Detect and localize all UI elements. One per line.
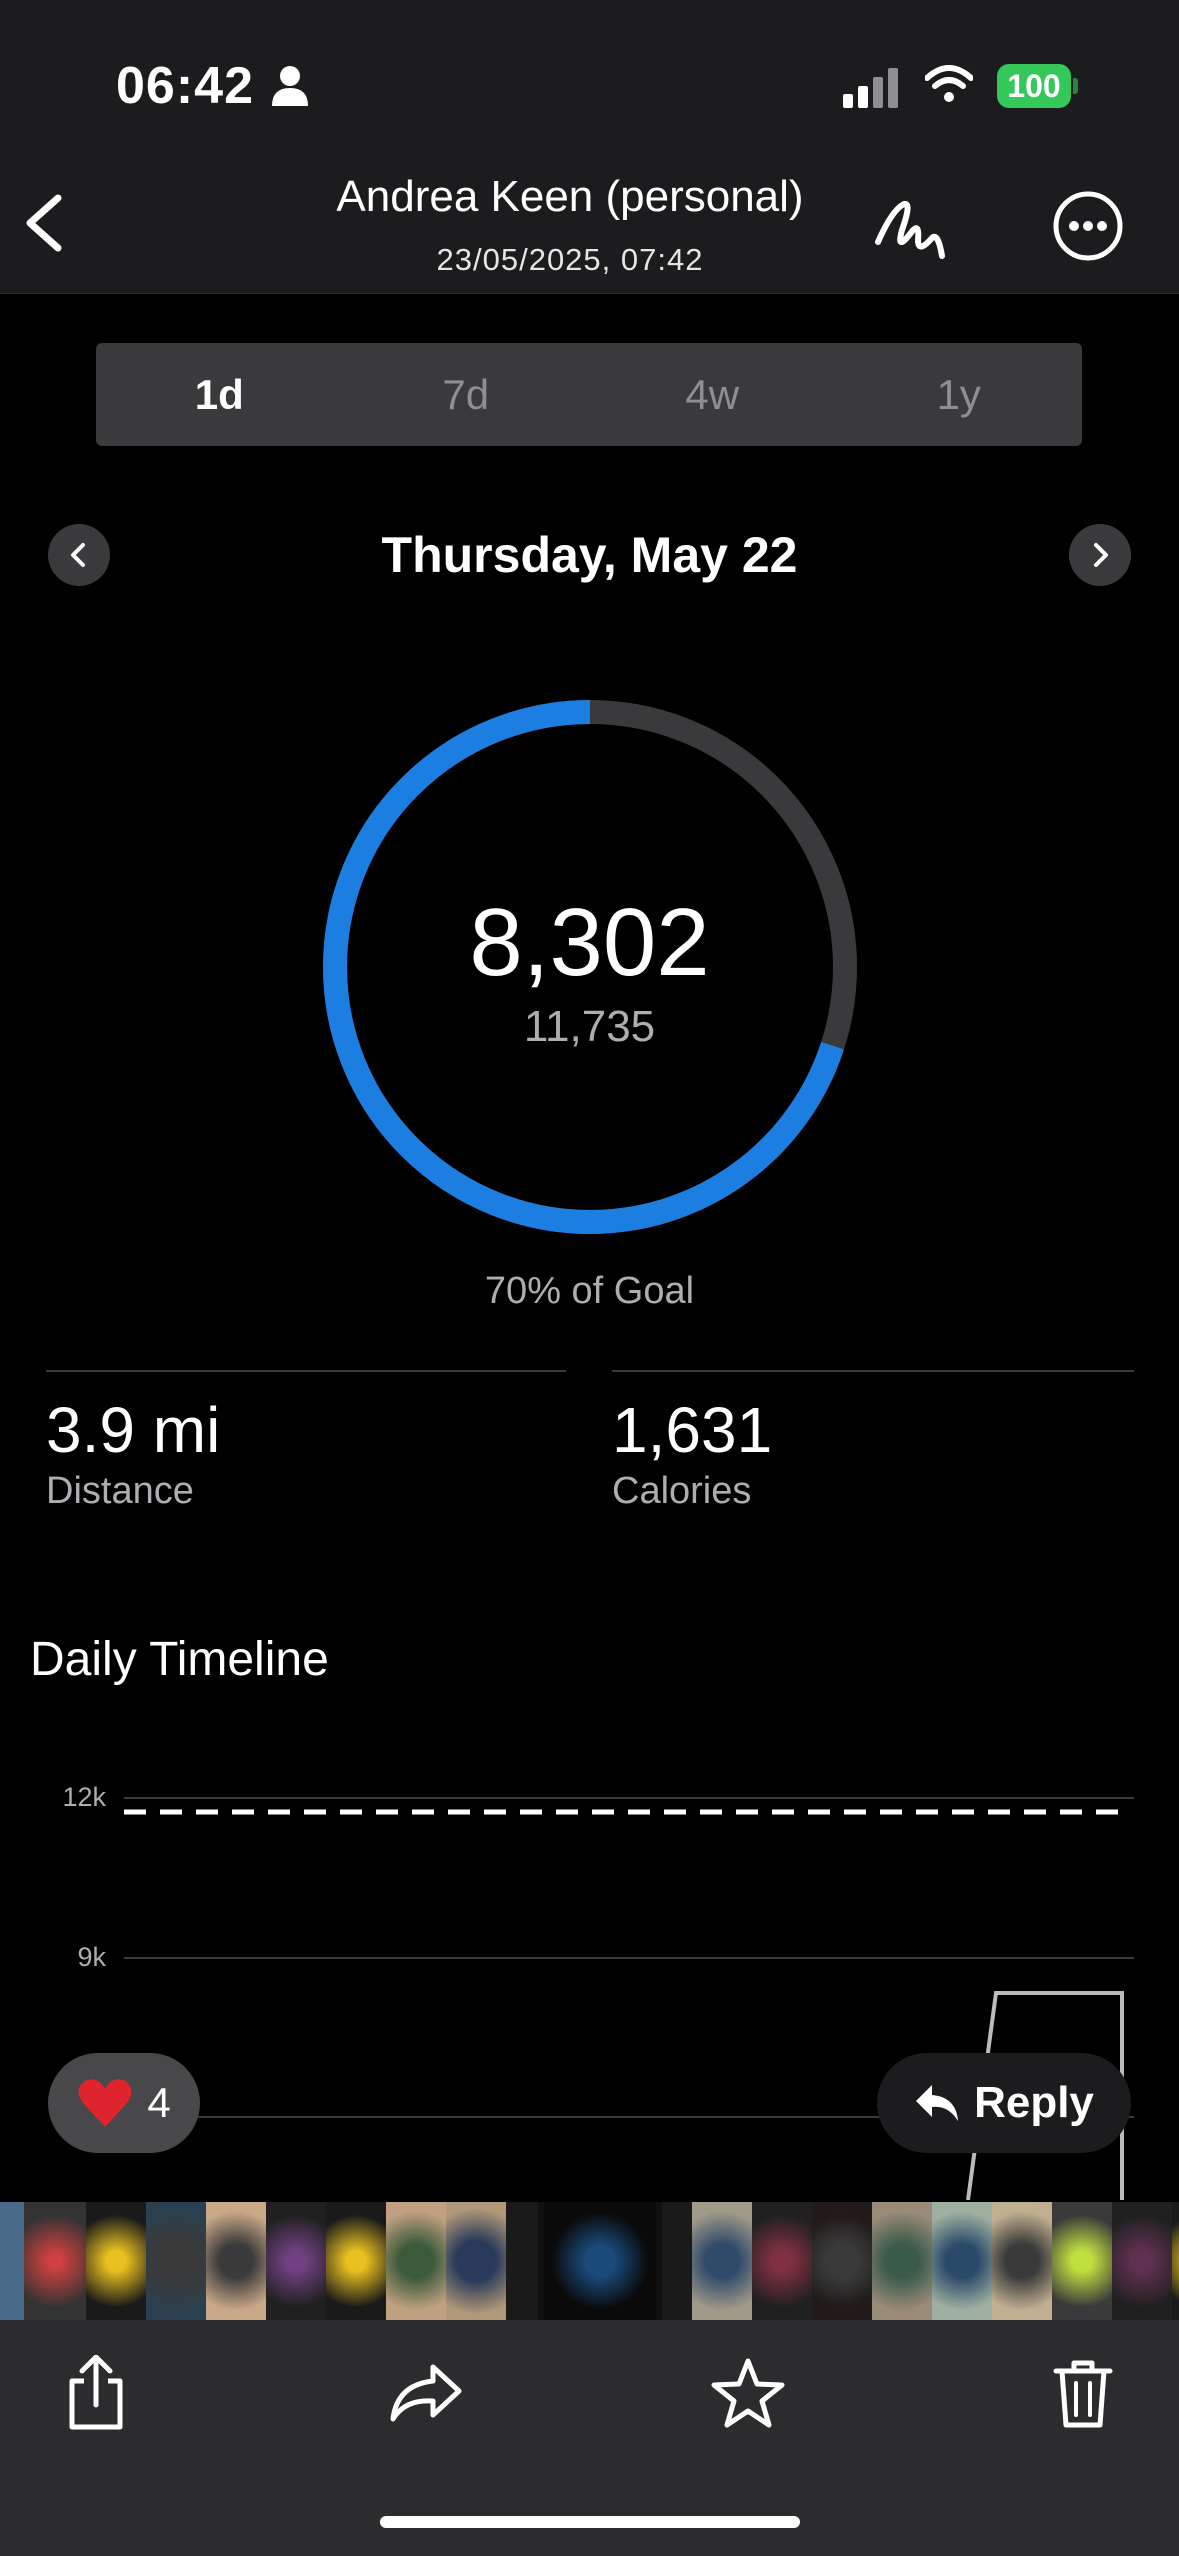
tab-4w[interactable]: 4w — [589, 343, 836, 446]
tab-7d[interactable]: 7d — [343, 343, 590, 446]
reaction-pill[interactable]: 4 — [48, 2053, 200, 2153]
range-tabs: 1d 7d 4w 1y — [96, 343, 1082, 446]
reply-icon — [916, 2085, 959, 2121]
thumbnail[interactable] — [326, 2202, 386, 2320]
battery-tip — [1073, 78, 1078, 94]
battery-level: 100 — [997, 64, 1071, 108]
forward-icon — [390, 2364, 462, 2422]
thumbnail[interactable] — [446, 2202, 506, 2320]
markup-button[interactable] — [872, 190, 952, 266]
thumbnail[interactable] — [0, 2202, 24, 2320]
calories-label: Calories — [612, 1470, 752, 1512]
thumbnail-current[interactable] — [538, 2202, 662, 2320]
thumbnail[interactable] — [932, 2202, 992, 2320]
thumbnail[interactable] — [24, 2202, 86, 2320]
day-title: Thursday, May 22 — [381, 527, 798, 583]
distance-label: Distance — [46, 1470, 194, 1512]
cellular-signal-icon — [843, 68, 898, 108]
goal-percent: 70% of Goal — [484, 1270, 695, 1312]
more-options-button[interactable] — [1052, 190, 1124, 262]
calories-value: 1,631 — [612, 1394, 773, 1466]
thumbnail-strip — [0, 2202, 1179, 2320]
star-icon — [711, 2358, 785, 2428]
thumbnail[interactable] — [86, 2202, 146, 2320]
divider — [46, 1370, 566, 1372]
more-icon — [1053, 191, 1123, 261]
steps-value: 8,302 — [469, 889, 710, 996]
thumbnail[interactable] — [992, 2202, 1052, 2320]
sender-name: Andrea Keen (personal) — [336, 172, 804, 221]
thumbnail[interactable] — [872, 2202, 932, 2320]
thumbnail[interactable] — [266, 2202, 326, 2320]
timeline-title: Daily Timeline — [30, 1633, 329, 1686]
battery-indicator: 100 — [997, 64, 1078, 108]
steps-goal: 11,735 — [523, 1002, 656, 1051]
tab-1y[interactable]: 1y — [836, 343, 1083, 446]
wifi-icon — [925, 65, 973, 102]
thumbnail[interactable] — [1172, 2202, 1179, 2320]
divider — [612, 1370, 1134, 1372]
thumbnail[interactable] — [506, 2202, 538, 2320]
reply-button[interactable]: Reply — [877, 2053, 1131, 2153]
thumbnail[interactable] — [662, 2202, 692, 2320]
thumbnail[interactable] — [146, 2202, 206, 2320]
home-indicator — [380, 2516, 800, 2528]
share-icon — [69, 2355, 123, 2430]
chevron-right-icon — [1094, 543, 1108, 567]
status-time: 06:42 — [116, 57, 254, 115]
trash-icon — [1053, 2360, 1113, 2428]
thumbnail[interactable] — [1052, 2202, 1112, 2320]
thumbnail[interactable] — [692, 2202, 752, 2320]
delete-button[interactable] — [1033, 2343, 1133, 2443]
message-date: 23/05/2025, 07:42 — [436, 242, 704, 277]
y-tick-9k: 9k — [77, 1942, 106, 1972]
forward-button[interactable] — [376, 2343, 476, 2443]
heart-icon — [78, 2079, 132, 2127]
favorite-button[interactable] — [698, 2343, 798, 2443]
thumbnail[interactable] — [752, 2202, 812, 2320]
thumbnail[interactable] — [386, 2202, 446, 2320]
thumbnail[interactable] — [812, 2202, 872, 2320]
reply-label: Reply — [974, 2078, 1094, 2127]
thumbnail[interactable] — [1112, 2202, 1172, 2320]
thumbnail[interactable] — [206, 2202, 266, 2320]
reaction-count: 4 — [147, 2079, 171, 2126]
share-button[interactable] — [46, 2343, 146, 2443]
y-tick-12k: 12k — [62, 1782, 106, 1812]
next-day-button[interactable] — [1069, 524, 1131, 586]
person-icon — [272, 66, 308, 106]
markup-icon — [875, 200, 945, 259]
distance-value: 3.9 mi — [46, 1394, 221, 1466]
tab-1d[interactable]: 1d — [96, 343, 343, 446]
